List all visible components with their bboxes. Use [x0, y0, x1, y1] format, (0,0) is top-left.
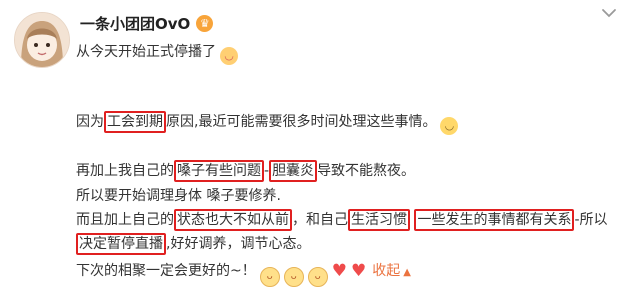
highlight-box: 一些发生的事情都有关系: [414, 209, 575, 231]
doge-icon: ᴗ: [259, 267, 280, 287]
post-line-7: 下次的相聚一定会更好的~！ ᴗ ᴗ ᴗ ♥ ♥ 收起 ▲: [76, 260, 411, 287]
post-text: ,好好调养，调节心态。: [166, 236, 311, 252]
cheeky-face-icon: ◡: [220, 47, 238, 65]
golden-crown-badge-icon: ♛: [196, 15, 214, 32]
doge-icon: ᴗ: [307, 267, 328, 287]
post-text: 而且加上自己的: [76, 212, 174, 228]
username-row: 一条小团团OvO ♛: [80, 13, 214, 34]
post-line-1: 从今天开始正式停播了 ◡: [76, 41, 238, 65]
highlight-box: 胆囊炎: [269, 160, 318, 182]
post-line-4: 所以要开始调理身体 嗓子要修养.: [76, 185, 281, 207]
heart-icon: ♥: [350, 261, 367, 281]
post-text: 导致不能熬夜。: [317, 163, 416, 179]
highlight-box: 工会到期: [104, 111, 166, 133]
post-text: 再加上我自己的: [76, 163, 174, 179]
highlight-box: 决定暂停直播: [76, 233, 166, 255]
post-text: 所以要开始调理身体 嗓子要修养.: [76, 188, 281, 204]
avatar-image: [15, 13, 69, 67]
post-text: 因为: [76, 114, 104, 130]
avatar[interactable]: [14, 12, 70, 68]
heart-icon: ♥: [331, 261, 347, 281]
post-text: 从今天开始正式停播了: [76, 44, 216, 60]
post-text: 下次的相聚一定会更好的~！: [76, 263, 256, 279]
highlight-box: 状态也大不如从前: [174, 209, 292, 231]
smile-face-icon: ◡: [440, 117, 459, 135]
post-line-2: 因为 工会到期 原因,最近可能需要很多时间处理这些事情。 ◡: [76, 111, 459, 135]
collapse-link[interactable]: 收起: [372, 263, 400, 279]
post-line-5: 而且加上自己的 状态也大不如从前 ，和自己 生活习惯 一些发生的事情都有关系 -所以: [76, 209, 608, 231]
post-line-6: 决定暂停直播 ,好好调养，调节心态。: [76, 233, 310, 255]
highlight-box: 嗓子有些问题: [174, 160, 264, 182]
post-line-3: 再加上我自己的 嗓子有些问题 - 胆囊炎 导致不能熬夜。: [76, 160, 415, 182]
doge-icon: ᴗ: [283, 267, 304, 287]
post-text: 原因,最近可能需要很多时间处理这些事情。: [166, 114, 437, 130]
chevron-down-icon[interactable]: [601, 7, 617, 19]
post-text: -所以: [574, 212, 608, 228]
collapse-arrow-icon[interactable]: ▲: [403, 267, 411, 278]
post-text: ，和自己: [292, 212, 348, 228]
username[interactable]: 一条小团团OvO: [80, 13, 190, 34]
highlight-box: 生活习惯: [348, 209, 410, 231]
